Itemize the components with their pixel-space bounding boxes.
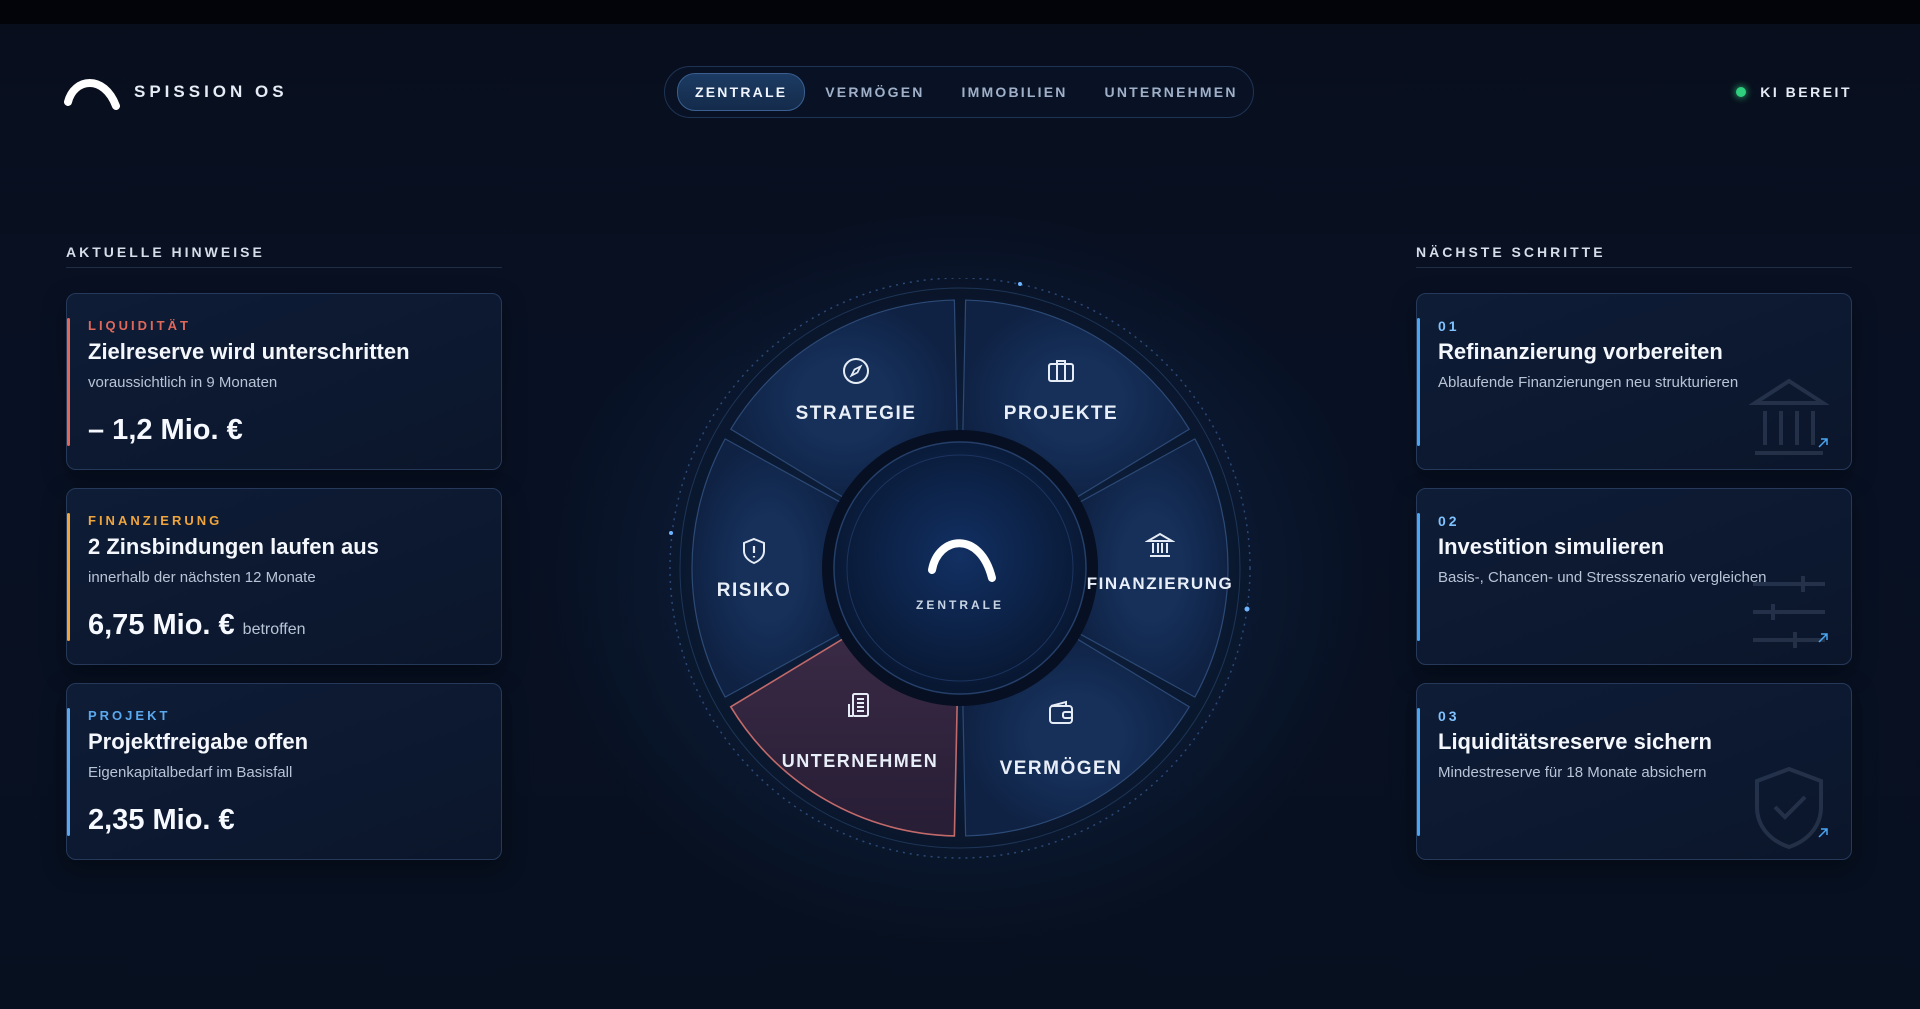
next-steps-section-title: NÄCHSTE SCHRITTE: [1416, 244, 1852, 268]
status-dot-icon: [1736, 87, 1747, 97]
step-card-liquiditaetsreserve[interactable]: 03 Liquiditätsreserve sichern Mindestres…: [1416, 683, 1852, 860]
bank-icon: [1145, 532, 1175, 557]
briefcase-icon: [1048, 360, 1074, 382]
card-subtitle: Basis-, Chancen- und Stressszenario verg…: [1438, 569, 1767, 586]
card-amount-note: betroffen: [242, 621, 306, 638]
wallet-icon: [1049, 700, 1073, 724]
card-title: Liquiditätsreserve sichern: [1438, 729, 1712, 754]
card-title: 2 Zinsbindungen laufen aus: [88, 534, 379, 559]
arc-logo-icon: [64, 79, 120, 110]
segment-vermoegen[interactable]: VERMÖGEN: [971, 758, 1151, 780]
compass-icon: [843, 358, 869, 384]
card-title: Refinanzierung vorbereiten: [1438, 339, 1723, 364]
top-edge-bar: [0, 0, 1920, 24]
ai-status: KI BEREIT: [1736, 84, 1852, 100]
card-category: FINANZIERUNG: [88, 513, 223, 528]
hint-card-liquiditaet[interactable]: LIQUIDITÄT Zielreserve wird unterschritt…: [66, 293, 502, 470]
shield-alert-icon: [743, 537, 765, 565]
card-subtitle: Eigenkapitalbedarf im Basisfall: [88, 764, 293, 781]
card-accent-bar: [67, 513, 70, 641]
step-card-investition[interactable]: 02 Investition simulieren Basis-, Chance…: [1416, 488, 1852, 665]
tab-vermoegen[interactable]: VERMÖGEN: [808, 74, 941, 110]
segment-strategie[interactable]: STRATEGIE: [766, 403, 946, 425]
hub-label: ZENTRALE: [916, 598, 1004, 612]
status-label: KI BEREIT: [1760, 84, 1852, 100]
brand[interactable]: SPISSION OS: [64, 70, 288, 114]
card-subtitle: innerhalb der nächsten 12 Monate: [88, 569, 316, 586]
card-subtitle: Ablaufende Finanzierungen neu strukturie…: [1438, 374, 1739, 391]
card-category: LIQUIDITÄT: [88, 318, 191, 333]
card-accent-bar: [1417, 513, 1420, 641]
ring-dot: [1018, 282, 1022, 286]
tab-unternehmen[interactable]: UNTERNEHMEN: [1088, 74, 1255, 110]
card-amount-row: 6,75 Mio. € betroffen: [88, 609, 306, 642]
segment-finanzierung[interactable]: FINANZIERUNG: [1070, 574, 1250, 594]
step-number: 03: [1438, 708, 1460, 724]
hint-card-projekt[interactable]: PROJEKT Projektfreigabe offen Eigenkapit…: [66, 683, 502, 860]
card-subtitle: Mindestreserve für 18 Monate absichern: [1438, 764, 1707, 781]
card-accent-bar: [1417, 318, 1420, 446]
arrow-up-right-icon: [1818, 828, 1828, 838]
card-category: PROJEKT: [88, 708, 171, 723]
segment-unternehmen[interactable]: UNTERNEHMEN: [770, 751, 950, 772]
ring-dot: [1244, 606, 1250, 612]
arrow-up-right-icon: [1818, 633, 1828, 643]
segment-projekte[interactable]: PROJEKTE: [971, 403, 1151, 425]
building-icon: [848, 693, 869, 717]
card-accent-bar: [1417, 708, 1420, 836]
card-amount: 2,35 Mio. €: [88, 804, 235, 836]
card-title: Investition simulieren: [1438, 534, 1665, 559]
hub[interactable]: [833, 441, 1087, 695]
main-nav: ZENTRALE VERMÖGEN IMMOBILIEN UNTERNEHMEN: [664, 66, 1254, 118]
card-amount: 6,75 Mio. €: [88, 609, 235, 641]
tab-immobilien[interactable]: IMMOBILIEN: [945, 74, 1085, 110]
card-title: Zielreserve wird unterschritten: [88, 339, 410, 364]
ring-dot: [669, 531, 673, 535]
navigation-wheel: ZENTRALE STRATEGIE PROJEKTE FINANZIERUNG…: [660, 278, 1260, 878]
hints-section-title: AKTUELLE HINWEISE: [66, 244, 502, 268]
card-accent-bar: [67, 318, 70, 446]
step-number: 02: [1438, 513, 1460, 529]
step-card-refinanzierung[interactable]: 01 Refinanzierung vorbereiten Ablaufende…: [1416, 293, 1852, 470]
card-subtitle: voraussichtlich in 9 Monaten: [88, 374, 278, 391]
arrow-up-right-icon: [1818, 438, 1828, 448]
segment-risiko[interactable]: RISIKO: [664, 580, 844, 602]
brand-name: SPISSION OS: [134, 82, 288, 101]
card-amount: – 1,2 Mio. €: [88, 414, 243, 446]
card-accent-bar: [67, 708, 70, 836]
tab-zentrale[interactable]: ZENTRALE: [677, 73, 806, 111]
step-number: 01: [1438, 318, 1460, 334]
hint-card-finanzierung[interactable]: FINANZIERUNG 2 Zinsbindungen laufen aus …: [66, 488, 502, 665]
card-title: Projektfreigabe offen: [88, 729, 309, 754]
